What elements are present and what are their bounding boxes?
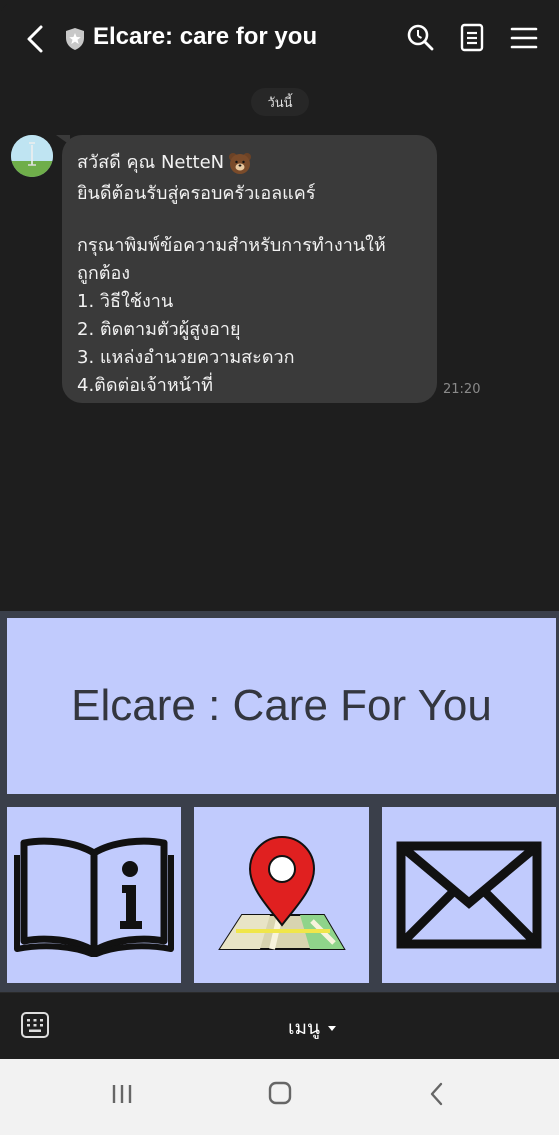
back-icon[interactable] — [417, 1079, 457, 1109]
book-info-icon — [14, 837, 174, 957]
home-icon[interactable] — [260, 1079, 300, 1109]
bear-emoji-icon — [229, 153, 252, 174]
rich-menu-tile-guide[interactable] — [7, 807, 181, 983]
chevron-left-icon[interactable] — [20, 22, 52, 56]
message-text: ยินดีต้อนรับสู่ครอบครัวเอลแคร์ — [77, 183, 316, 204]
bottom-bar: เมนู — [0, 992, 559, 1059]
message-text: สวัสดี คุณ NetteN — [77, 152, 225, 173]
recents-icon[interactable] — [102, 1079, 142, 1109]
rich-menu: Elcare : Care For You — [0, 611, 559, 992]
message-text: 1. วิธีใช้งาน — [77, 291, 174, 312]
avatar[interactable] — [11, 135, 53, 177]
message-text: 2. ติดตามตัวผู้สูงอายุ — [77, 319, 241, 340]
keyboard-icon[interactable] — [20, 1011, 50, 1039]
caret-down-icon — [328, 1025, 337, 1031]
notes-icon[interactable] — [457, 22, 487, 54]
message-text: กรุณาพิมพ์ข้อความสำหรับการทำงานให้ — [77, 235, 386, 256]
menu-label-text: เมนู — [288, 1017, 321, 1039]
rich-menu-tile-tracking[interactable] — [194, 807, 369, 983]
message-timestamp: 21:20 — [443, 382, 481, 397]
search-icon[interactable] — [405, 22, 435, 54]
message-text: 4.ติดต่อเจ้าหน้าที่ — [77, 375, 214, 396]
chat-title: Elcare: care for you — [93, 23, 318, 50]
rich-menu-toggle[interactable]: เมนู — [288, 1013, 337, 1043]
banner-title: Elcare : Care For You — [71, 681, 492, 730]
chat-header: Elcare: care for you — [0, 0, 559, 78]
envelope-icon — [396, 841, 542, 949]
date-separator: วันนี้ — [251, 88, 309, 116]
map-pin-icon — [217, 836, 346, 950]
shield-star-icon — [66, 28, 84, 50]
hamburger-menu-icon[interactable] — [509, 22, 539, 54]
chat-screen: Elcare: care for you วันนี้ สวัสดี คุณ N… — [0, 0, 559, 1135]
message-line: สวัสดี คุณ NetteN — [77, 147, 252, 176]
system-navbar — [0, 1059, 559, 1135]
rich-menu-banner[interactable]: Elcare : Care For You — [7, 618, 556, 794]
message-text: ถูกต้อง — [77, 263, 131, 284]
rich-menu-tile-contact[interactable] — [382, 807, 556, 983]
message-text: 3. แหล่งอำนวยความสะดวก — [77, 347, 295, 368]
